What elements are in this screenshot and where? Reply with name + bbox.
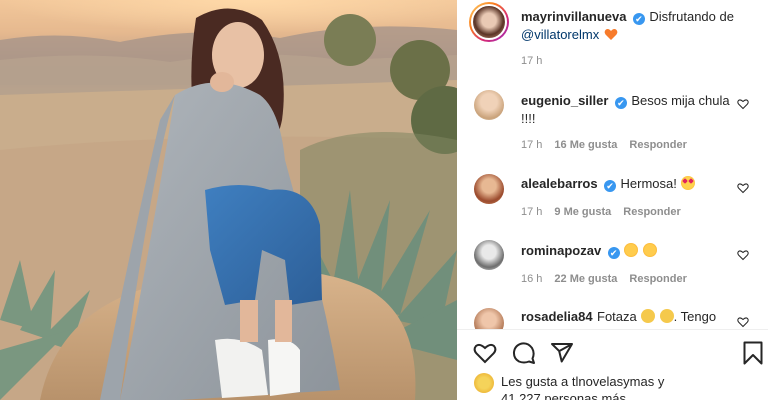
likes-count[interactable]: 41.227 personas más <box>501 391 626 400</box>
comment-item-clipped: rosadelia84 Fotaza . Tengo <box>457 300 768 329</box>
comment-text: Besos mija chula <box>631 93 730 108</box>
actions-divider <box>457 329 768 330</box>
comment-like-heart-icon[interactable] <box>737 249 749 261</box>
comment-meta: 17 h 16 Me gusta Responder <box>521 139 687 151</box>
author-avatar[interactable] <box>469 2 509 42</box>
commenter-avatar[interactable] <box>474 90 504 120</box>
comment-time: 16 h <box>521 273 543 285</box>
commenter-avatar[interactable] <box>474 308 504 329</box>
likes-conj: y <box>657 374 665 389</box>
commenter-avatar[interactable] <box>474 174 504 204</box>
clapping-hands-emoji <box>659 309 674 323</box>
star-struck-emoji <box>681 176 696 190</box>
comment-likes[interactable]: 9 Me gusta <box>554 206 611 218</box>
verified-badge-icon: ✔ <box>614 97 627 109</box>
photo-scene <box>0 0 457 400</box>
orange-heart-emoji <box>604 28 618 46</box>
comment-username[interactable]: rominapozav <box>521 243 601 258</box>
verified-badge-icon: ✔ <box>607 247 620 259</box>
verified-badge-icon: ✔ <box>632 13 645 25</box>
likes-prefix: Les gusta a <box>501 374 569 389</box>
like-heart-icon[interactable] <box>473 341 497 365</box>
comment-username[interactable]: rosadelia84 <box>521 309 593 324</box>
share-icon[interactable] <box>550 341 574 365</box>
post-side-panel: mayrinvillanueva ✔ Disfrutando de @villa… <box>457 0 768 400</box>
comment-time: 17 h <box>521 206 543 218</box>
comment-time: 17 h <box>521 139 543 151</box>
caption-time: 17 h <box>521 55 543 67</box>
comment-text-tail: . Tengo <box>673 309 717 324</box>
comment-text: Hermosa! <box>620 176 677 191</box>
save-bookmark-icon[interactable] <box>743 341 763 365</box>
comment-text: Fotaza <box>597 309 637 324</box>
comment-icon[interactable] <box>512 341 536 365</box>
comment-text-cont: !!!! <box>521 111 536 126</box>
comment-likes[interactable]: 16 Me gusta <box>554 139 617 151</box>
comment-like-heart-icon[interactable] <box>737 98 749 110</box>
liker-avatar[interactable] <box>474 373 494 393</box>
reply-button[interactable]: Responder <box>629 139 686 151</box>
caption-mention-link[interactable]: @villatorelmx <box>521 27 599 42</box>
liker-username[interactable]: tlnovelasymas <box>572 374 654 389</box>
comment-username[interactable]: alealebarros <box>521 176 598 191</box>
comment-likes[interactable]: 22 Me gusta <box>554 273 617 285</box>
likes-summary: Les gusta a tlnovelasymas y 41.227 perso… <box>501 373 761 400</box>
reply-button[interactable]: Responder <box>623 206 680 218</box>
heart-eyes-cat-emoji <box>624 243 639 257</box>
comment-like-heart-icon[interactable] <box>737 316 749 328</box>
reply-button[interactable]: Responder <box>629 273 686 285</box>
comment-meta: 16 h 22 Me gusta Responder <box>521 273 687 285</box>
heart-eyes-cat-emoji <box>642 243 657 257</box>
author-username[interactable]: mayrinvillanueva <box>521 9 627 24</box>
post-photo[interactable] <box>0 0 457 400</box>
caption-text: Disfrutando de <box>649 9 734 24</box>
verified-badge-icon: ✔ <box>604 180 617 192</box>
commenter-avatar[interactable] <box>474 240 504 270</box>
comment-item: alealebarros ✔ Hermosa! <box>521 175 731 193</box>
comment-item: eugenio_siller ✔ Besos mija chula !!!! <box>521 92 731 128</box>
caption: mayrinvillanueva ✔ Disfrutando de @villa… <box>521 8 756 46</box>
comment-item: rominapozav ✔ <box>521 242 731 260</box>
comment-username[interactable]: eugenio_siller <box>521 93 608 108</box>
clapping-hands-emoji <box>641 309 656 323</box>
comment-like-heart-icon[interactable] <box>737 182 749 194</box>
comment-meta: 17 h 9 Me gusta Responder <box>521 206 681 218</box>
